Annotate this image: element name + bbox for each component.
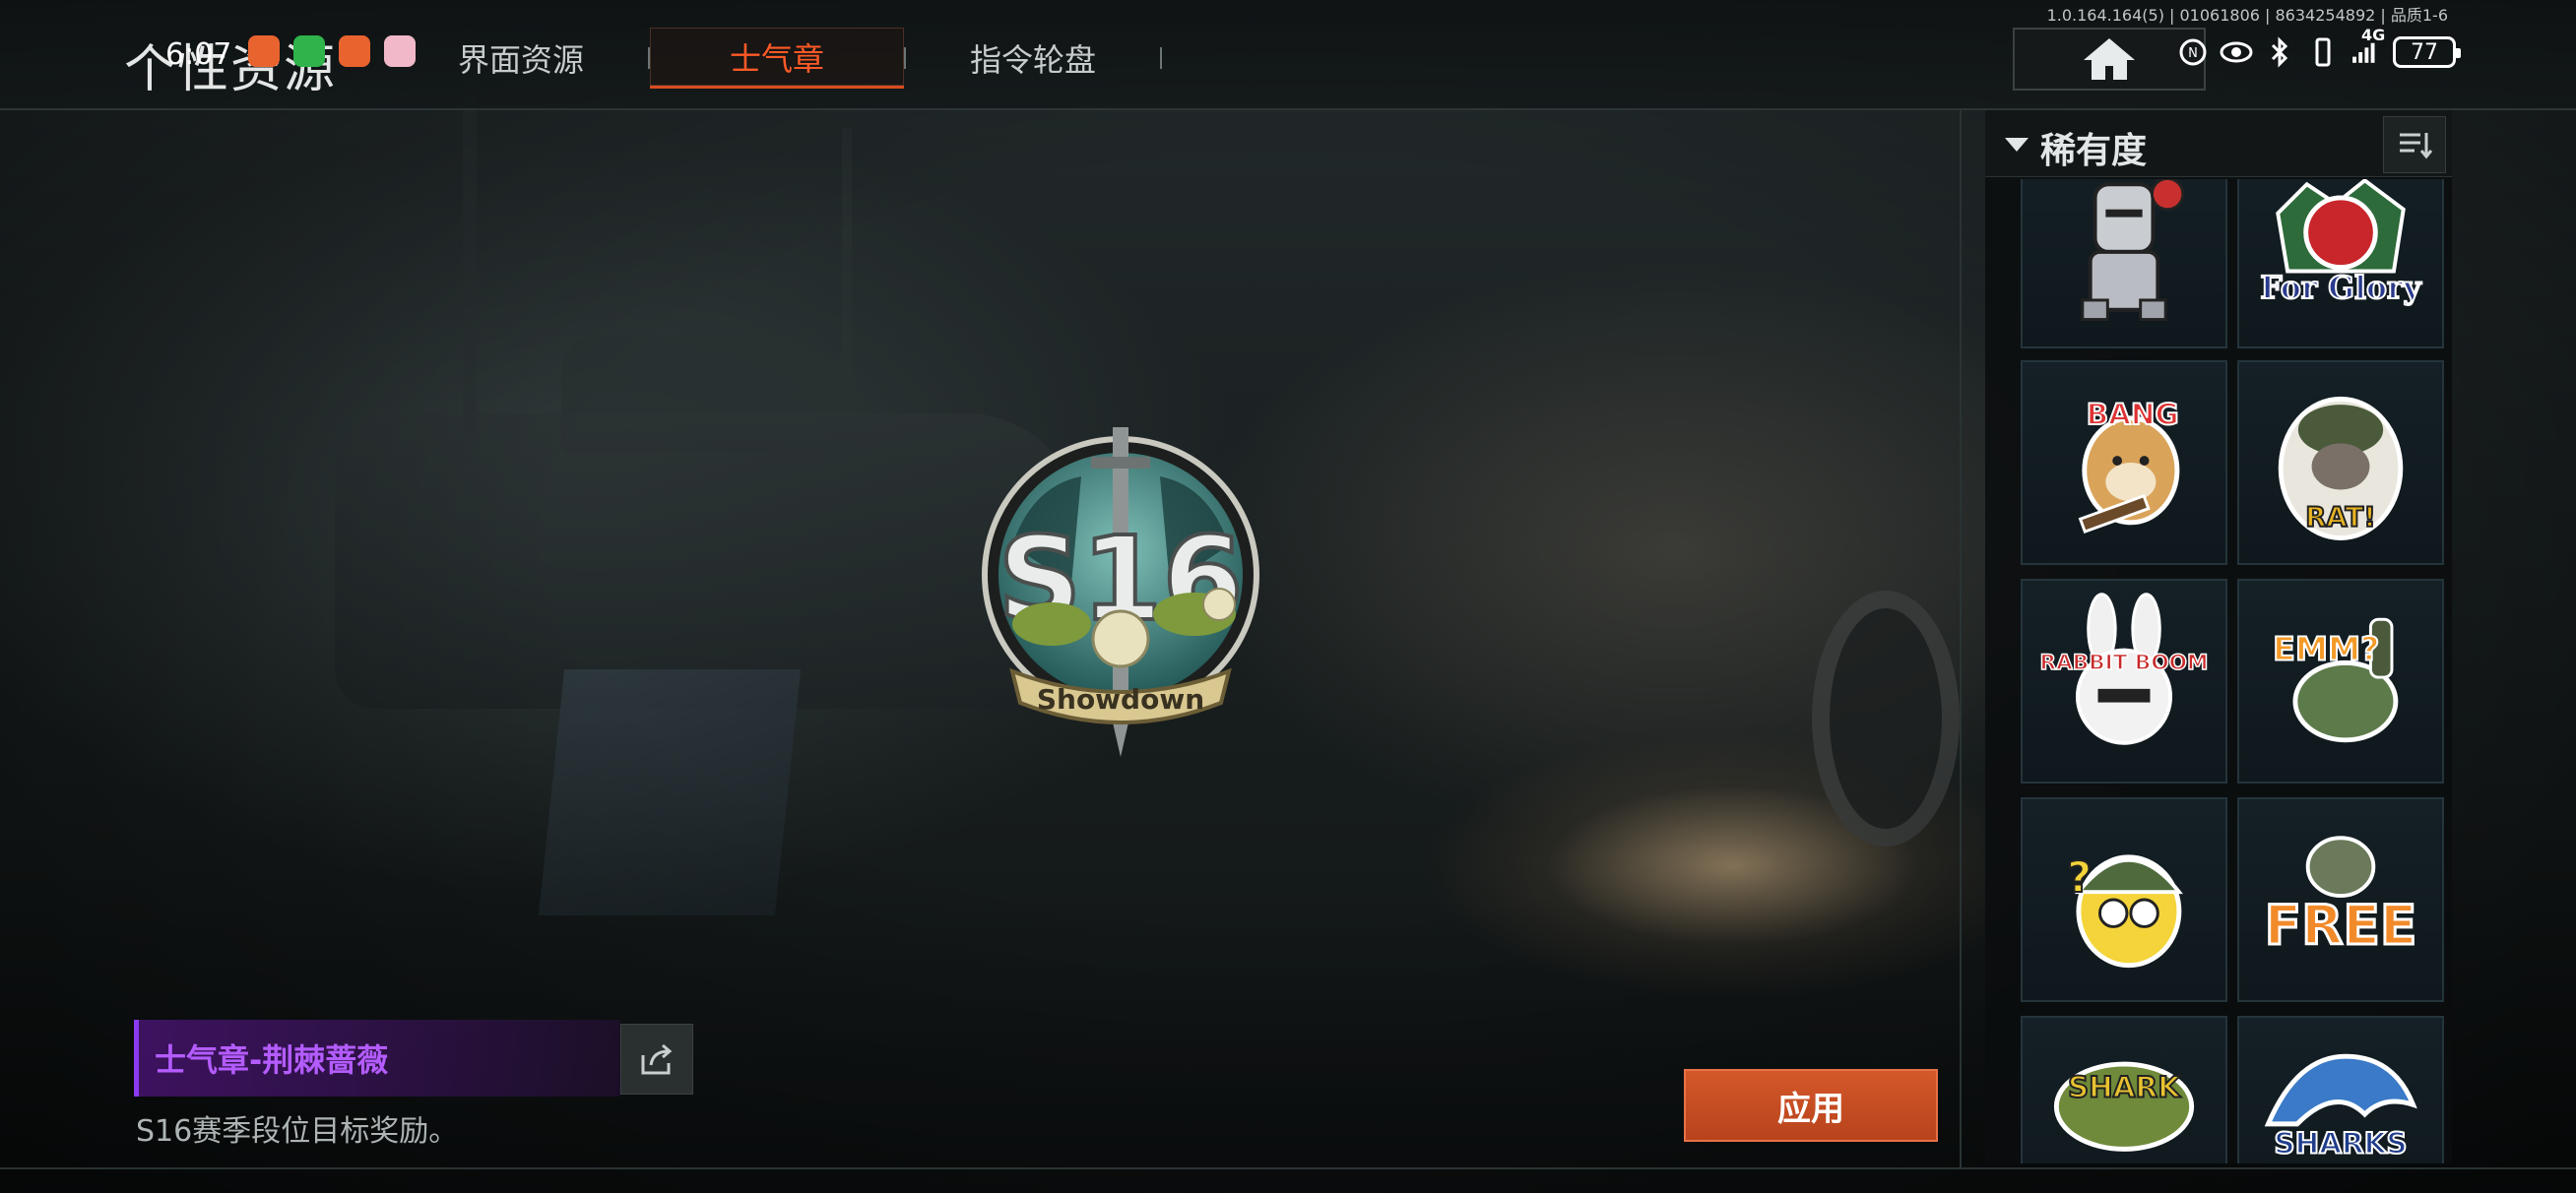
bottom-divider — [0, 1167, 2576, 1169]
eye-icon — [2220, 35, 2253, 69]
svg-text:N: N — [2188, 46, 2198, 61]
nfc-icon: N — [2176, 35, 2210, 69]
notification-icons — [248, 35, 416, 67]
share-icon — [641, 1043, 673, 1075]
badge-grid: For Glory BANG RAT! RABBIT BOOM EMM? ? F… — [2005, 179, 2448, 1163]
tab-label: 士气章 — [729, 39, 824, 78]
morale-badge-preview: S16 Showdown — [953, 417, 1288, 772]
shark-croc-sticker-icon: SHARK — [2053, 1061, 2195, 1152]
doge-bang-sticker-icon: BANG — [2078, 397, 2180, 534]
badge-emblem-icon: S16 Showdown — [982, 427, 1259, 757]
svg-text:?: ? — [2067, 853, 2092, 903]
sticker-text: BANG — [2087, 398, 2179, 431]
rat-soldier-sticker-icon: RAT! — [2278, 396, 2404, 540]
emm-grenade-sticker-icon: EMM? — [2272, 617, 2399, 743]
vibrate-icon — [2306, 35, 2340, 69]
badge-banner-text: Showdown — [1037, 683, 1204, 716]
share-button[interactable] — [620, 1024, 693, 1095]
badge-tile[interactable]: ? — [2021, 797, 2227, 1002]
badge-tile[interactable]: EMM? — [2237, 579, 2444, 784]
panel-divider — [1960, 110, 1962, 1169]
build-info: 1.0.164.164(5) | 01061806 | 8634254892 |… — [2046, 6, 2448, 25]
rarity-filter-dropdown[interactable]: 稀有度 — [2040, 122, 2147, 173]
battery-indicator: 77 — [2393, 36, 2461, 68]
chevron-down-icon[interactable] — [2003, 136, 2030, 154]
badge-tile[interactable]: SHARKS — [2237, 1016, 2444, 1163]
badge-tile[interactable]: RAT! — [2237, 360, 2444, 565]
sort-button[interactable] — [2383, 116, 2446, 173]
sticker-text: EMM? — [2273, 629, 2379, 667]
sticker-text: RABBIT BOOM — [2040, 651, 2209, 675]
bluetooth-icon — [2263, 35, 2296, 69]
confused-helmet-sticker-icon: ? — [2066, 852, 2183, 969]
selected-item-description: S16赛季段位目标奖励。 — [136, 1114, 459, 1149]
sort-icon — [2400, 133, 2432, 159]
wechat-icon — [293, 35, 325, 67]
rabbit-boom-sticker-icon: RABBIT BOOM — [2039, 593, 2209, 745]
tab-label: 指令轮盘 — [969, 41, 1096, 79]
badge-tile[interactable]: For Glory — [2237, 179, 2444, 348]
tab-interface-resources[interactable]: 界面资源 — [394, 28, 648, 89]
sticker-text: FREE — [2265, 894, 2417, 957]
system-status-icons: N 4G 77 — [2176, 26, 2461, 75]
tab-label: 界面资源 — [457, 41, 584, 79]
tab-separator — [1160, 47, 1162, 69]
panel-header: 稀有度 — [1985, 110, 2452, 177]
badge-tile[interactable] — [2021, 179, 2227, 348]
for-glory-rose-sticker-icon: For Glory — [2259, 179, 2422, 307]
apply-button-label: 应用 — [1777, 1089, 1844, 1129]
badge-tile[interactable]: SHARK — [2021, 1016, 2227, 1163]
home-icon — [2084, 38, 2135, 80]
badge-tile[interactable]: FREE — [2237, 797, 2444, 1002]
badge-tile[interactable]: BANG — [2021, 360, 2227, 565]
network-type-label: 4G — [2361, 26, 2386, 44]
tab-command-wheel[interactable]: 指令轮盘 — [906, 28, 1160, 89]
app-notification-icon — [339, 35, 370, 67]
sticker-text: For Glory — [2260, 271, 2421, 306]
top-bar: 个性资源 6:07 界面资源 士气章 指令轮盘 1.0.164.164(5) |… — [0, 0, 2576, 110]
tab-bar: 界面资源 士气章 指令轮盘 — [394, 28, 1162, 89]
apply-button[interactable]: 应用 — [1684, 1069, 1938, 1142]
selected-item-name: 士气章-荆棘蔷薇 — [155, 1041, 389, 1079]
tab-morale-badge[interactable]: 士气章 — [650, 28, 904, 89]
selected-item-name-box: 士气章-荆棘蔷薇 — [134, 1020, 620, 1097]
system-time: 6:07 — [165, 37, 232, 72]
free-sticker-icon: FREE — [2263, 836, 2418, 959]
badge-list-panel: 稀有度 For Glory BANG RAT! RABBIT BOOM EMM?… — [1985, 110, 2452, 1163]
knight-rose-sticker-icon — [2081, 179, 2185, 322]
badge-tile[interactable]: RABBIT BOOM — [2021, 579, 2227, 784]
sticker-text: SHARKS — [2274, 1126, 2407, 1160]
sticker-text: SHARK — [2068, 1070, 2181, 1103]
app-notification-icon — [248, 35, 280, 67]
sharks-wave-sticker-icon: SHARKS — [2264, 1053, 2417, 1161]
sticker-text: RAT! — [2305, 503, 2376, 534]
